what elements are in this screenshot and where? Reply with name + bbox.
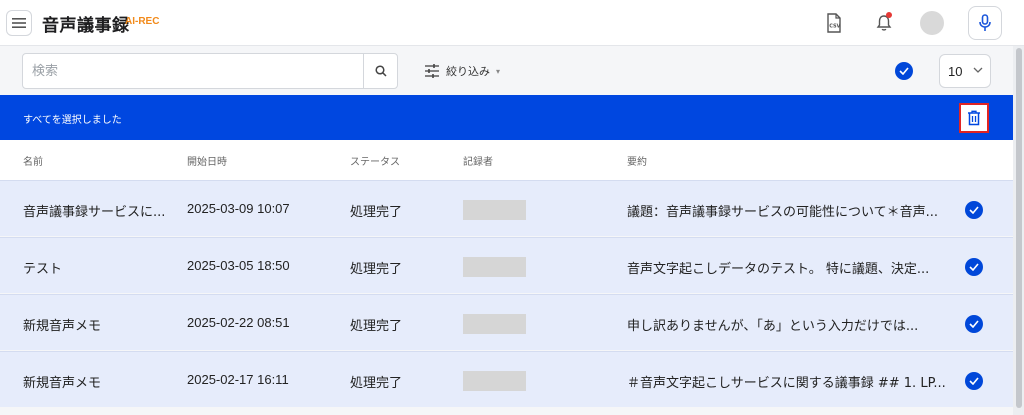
table-row[interactable]: 新規音声メモ 2025-02-17 16:11 処理完了 ＃音声文字起こしサービ… [0,351,1013,407]
search-icon [375,65,387,77]
row-recorder-redacted [463,257,526,277]
page-size-value: 10 [948,64,963,79]
trash-icon [968,110,980,126]
column-header-summary[interactable]: 要約 [627,153,647,168]
app-badge: AI-REC [125,16,160,27]
csv-export-button[interactable]: CSV [822,11,846,35]
menu-button[interactable] [6,10,32,36]
svg-text:CSV: CSV [829,24,840,30]
row-summary: 音声文字起こしデータのテスト。 特に議題、決定... [627,262,930,277]
check-icon [969,206,979,214]
row-summary: ＃音声文字起こしサービスに関する議事録 ## 1. LP... [627,376,946,391]
column-header-recorder[interactable]: 記録者 [463,153,493,168]
check-icon [969,377,979,385]
app-root: 音声議事録 AI-REC CSV 検索 絞り込み ▾ 10 すべてを選択しました… [0,0,1024,415]
column-header-status[interactable]: ステータス [350,153,400,168]
row-start-time: 2025-03-05 18:50 [187,258,290,273]
table-row[interactable]: 新規音声メモ 2025-02-22 08:51 処理完了 申し訳ありませんが、「… [0,294,1013,350]
column-header-name[interactable]: 名前 [23,153,43,168]
row-checkbox[interactable] [965,315,983,333]
filter-label: 絞り込み [446,65,490,78]
row-status: 処理完了 [350,205,403,220]
csv-file-icon: CSV [827,13,841,33]
row-checkbox[interactable] [965,372,983,390]
filter-sliders-icon [425,64,439,78]
select-all-checkbox[interactable] [895,62,913,80]
menu-icon [12,18,26,28]
delete-button[interactable] [959,103,989,133]
app-title: 音声議事録 [42,16,130,36]
scrollbar-thumb[interactable] [1016,48,1022,408]
filter-dropdown[interactable]: 絞り込み ▾ [424,62,500,80]
selection-banner: すべてを選択しました [0,95,1013,140]
table-row[interactable]: テスト 2025-03-05 18:50 処理完了 音声文字起こしデータのテスト… [0,237,1013,293]
column-header-start-time[interactable]: 開始日時 [187,153,227,168]
row-name: 新規音声メモ [23,376,102,391]
check-icon [899,67,909,75]
table-header: 名前 開始日時 ステータス 記録者 要約 [0,140,1013,180]
check-icon [969,320,979,328]
scrollbar[interactable] [1013,46,1024,415]
row-start-time: 2025-02-17 16:11 [187,372,289,387]
row-recorder-redacted [463,200,526,220]
search-box [22,53,398,89]
row-name: 新規音声メモ [23,319,102,334]
row-summary: 申し訳ありませんが、「あ」という入力だけでは... [627,319,919,334]
search-button[interactable] [363,54,398,88]
row-recorder-redacted [463,314,526,334]
microphone-icon [979,14,991,31]
selection-message: すべてを選択しました [23,115,122,126]
page-size-select[interactable]: 10 [939,54,991,88]
row-start-time: 2025-03-09 10:07 [187,201,290,216]
avatar[interactable] [920,11,944,35]
row-status: 処理完了 [350,262,403,277]
row-start-time: 2025-02-22 08:51 [187,315,290,330]
row-name: テスト [23,262,63,277]
row-checkbox[interactable] [965,258,983,276]
row-name: 音声議事録サービスに... [23,205,166,220]
record-button[interactable] [968,6,1002,40]
chevron-down-icon [973,67,983,73]
check-icon [969,263,979,271]
row-status: 処理完了 [350,376,403,391]
row-recorder-redacted [463,371,526,391]
notification-dot [886,12,892,18]
row-summary: 議題：音声議事録サービスの可能性について＊音声... [627,205,939,220]
row-checkbox[interactable] [965,201,983,219]
row-status: 処理完了 [350,319,403,334]
app-header: 音声議事録 AI-REC CSV [0,0,1024,46]
notifications-button[interactable] [872,11,896,35]
chevron-down-icon: ▾ [496,66,501,76]
table-row[interactable]: 音声議事録サービスに... 2025-03-09 10:07 処理完了 議題：音… [0,180,1013,236]
search-input[interactable] [23,54,363,88]
